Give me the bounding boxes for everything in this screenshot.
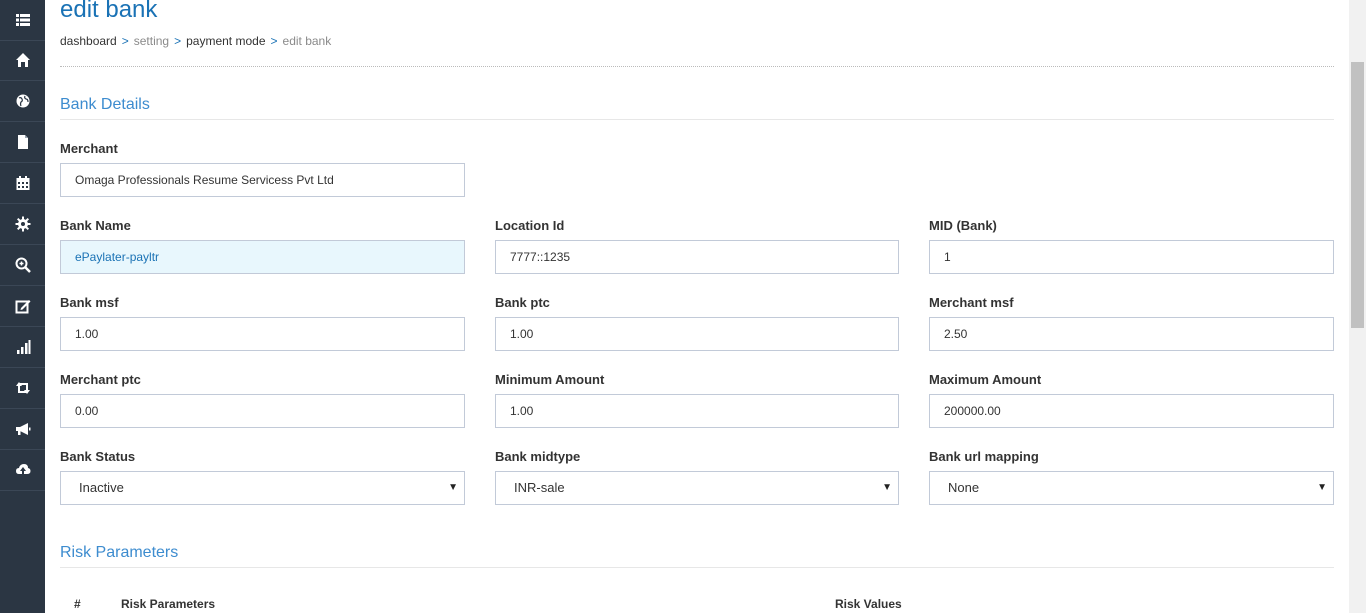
breadcrumb-separator: > <box>270 34 278 48</box>
bank-url-mapping-select[interactable]: None ▼ <box>929 471 1334 505</box>
nav-settings-button[interactable] <box>0 204 45 245</box>
bank-name-label: Bank Name <box>60 218 131 233</box>
risk-parameters-divider <box>60 567 1334 568</box>
title-divider <box>60 66 1334 67</box>
bank-status-selected: Inactive <box>79 480 124 495</box>
risk-parameters-heading: Risk Parameters <box>60 544 179 561</box>
retweet-icon <box>15 382 30 394</box>
breadcrumb-dashboard[interactable]: dashboard <box>60 34 117 48</box>
bank-url-mapping-selected: None <box>948 480 980 495</box>
nav-globe-button[interactable] <box>0 81 45 122</box>
sidebar <box>0 0 45 613</box>
merchant-ptc-field[interactable] <box>60 394 465 428</box>
merchant-msf-field[interactable] <box>929 317 1334 351</box>
bank-msf-field[interactable] <box>60 317 465 351</box>
bank-status-select[interactable]: Inactive ▼ <box>60 471 465 505</box>
breadcrumb-separator: > <box>121 34 129 48</box>
search-zoom-icon <box>15 257 31 273</box>
home-icon <box>15 53 30 67</box>
cloud-upload-icon <box>15 464 30 476</box>
gear-icon <box>15 216 30 232</box>
breadcrumb-setting[interactable]: setting <box>134 34 169 48</box>
column-header-risk-parameters: Risk Parameters <box>121 597 216 611</box>
nav-home-button[interactable] <box>0 40 45 81</box>
bank-details-heading: Bank Details <box>60 96 150 113</box>
page-title: edit bank <box>60 0 158 23</box>
bank-status-label: Bank Status <box>60 449 136 464</box>
caret-down-icon: ▼ <box>1317 482 1327 493</box>
bank-name-field[interactable] <box>60 240 465 274</box>
nav-list-button[interactable] <box>0 0 45 41</box>
breadcrumb-current: edit bank <box>282 34 332 48</box>
bank-details-divider <box>60 119 1334 120</box>
bank-url-mapping-label: Bank url mapping <box>929 449 1039 464</box>
column-header-number: # <box>74 597 81 611</box>
list-icon <box>15 14 30 26</box>
caret-down-icon: ▼ <box>882 482 892 493</box>
minimum-amount-field[interactable] <box>495 394 899 428</box>
scrollbar-thumb[interactable] <box>1351 62 1364 328</box>
maximum-amount-label: Maximum Amount <box>929 372 1042 387</box>
merchant-msf-label: Merchant msf <box>929 295 1014 310</box>
location-id-field[interactable] <box>495 240 899 274</box>
bank-msf-label: Bank msf <box>60 295 119 310</box>
bank-midtype-select[interactable]: INR-sale ▼ <box>495 471 899 505</box>
merchant-label: Merchant <box>60 141 118 156</box>
maximum-amount-field[interactable] <box>929 394 1334 428</box>
bank-midtype-selected: INR-sale <box>514 480 565 495</box>
caret-down-icon: ▼ <box>448 482 458 493</box>
nav-upload-button[interactable] <box>0 450 45 491</box>
vertical-scrollbar[interactable] <box>1349 0 1366 613</box>
breadcrumb-payment-mode[interactable]: payment mode <box>186 34 265 48</box>
edit-icon <box>15 300 30 314</box>
bar-chart-icon <box>16 340 30 354</box>
breadcrumb-separator: > <box>174 34 182 48</box>
mid-bank-field[interactable] <box>929 240 1334 274</box>
bullhorn-icon <box>15 423 30 435</box>
document-icon <box>17 135 28 149</box>
nav-announcements-button[interactable] <box>0 409 45 450</box>
merchant-field[interactable] <box>60 163 465 197</box>
nav-edit-button[interactable] <box>0 286 45 327</box>
bank-ptc-field[interactable] <box>495 317 899 351</box>
mid-bank-label: MID (Bank) <box>929 218 997 233</box>
calendar-icon <box>16 176 29 190</box>
nav-search-button[interactable] <box>0 245 45 286</box>
location-id-label: Location Id <box>495 218 565 233</box>
globe-icon <box>16 94 29 108</box>
column-header-risk-values: Risk Values <box>835 597 902 611</box>
bank-ptc-label: Bank ptc <box>495 295 550 310</box>
main-content: edit bank dashboard > setting > payment mode… <box>60 0 1334 613</box>
nav-calendar-button[interactable] <box>0 163 45 204</box>
bank-midtype-label: Bank midtype <box>495 449 581 464</box>
nav-reports-button[interactable] <box>0 327 45 368</box>
breadcrumb: dashboard > setting > payment mode > edit bank <box>60 34 331 48</box>
nav-document-button[interactable] <box>0 122 45 163</box>
nav-transactions-button[interactable] <box>0 368 45 409</box>
minimum-amount-label: Minimum Amount <box>495 372 605 387</box>
merchant-ptc-label: Merchant ptc <box>60 372 141 387</box>
